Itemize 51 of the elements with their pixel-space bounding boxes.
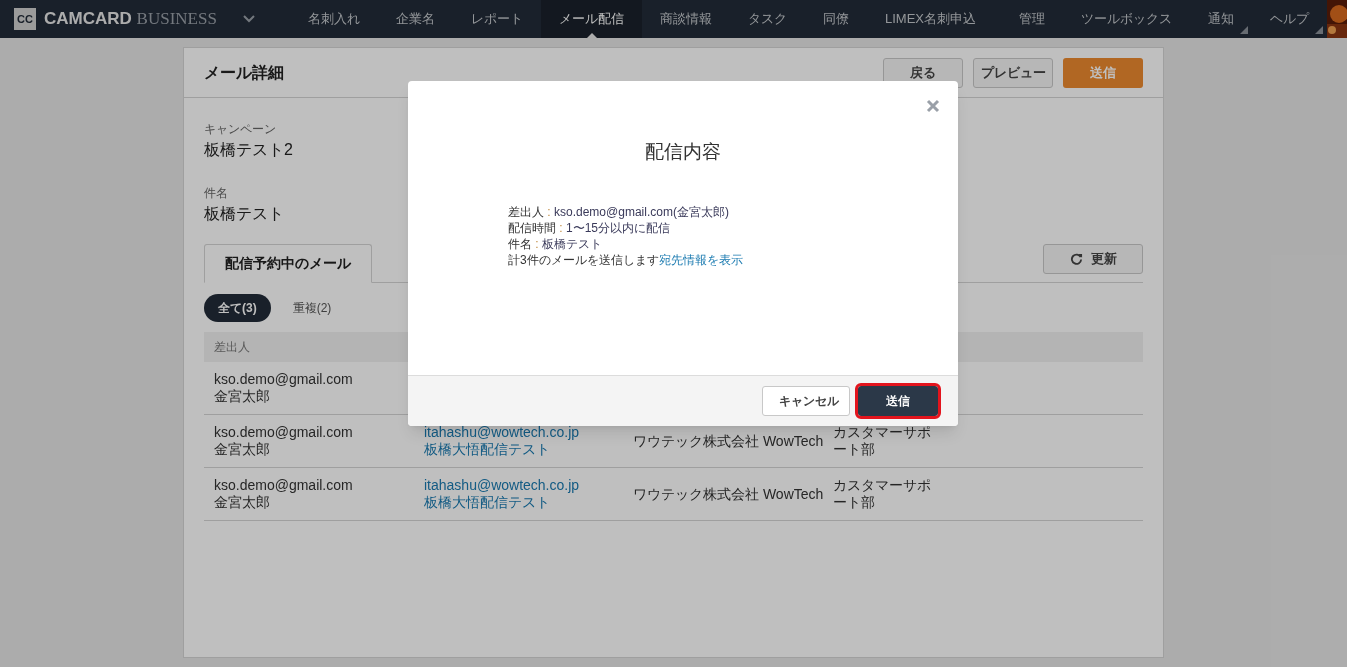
nav-tab[interactable]: レポート xyxy=(453,0,541,38)
field-label: キャンペーン xyxy=(204,121,276,138)
recipient-email[interactable]: itahashu@wowtech.co.jp xyxy=(424,477,633,494)
chevron-down-icon[interactable] xyxy=(242,15,255,23)
field-label: 件名 xyxy=(204,185,228,202)
department-name: カスタマーサポート部 xyxy=(833,424,932,458)
cancel-button[interactable]: キャンセル xyxy=(762,386,850,416)
nav-menu-item[interactable]: 管理 xyxy=(1001,0,1063,38)
nav-tab[interactable]: 名刺入れ xyxy=(290,0,378,38)
info-line: 配信時間 : 1〜15分以内に配信 xyxy=(508,219,672,236)
action-button[interactable]: プレビュー xyxy=(973,57,1053,88)
nav-menu-item[interactable]: ツールボックス xyxy=(1063,0,1190,38)
campaign-link[interactable]: 板橋大悟配信テスト xyxy=(424,441,633,458)
nav-tab[interactable]: 商談情報 xyxy=(642,0,730,38)
field-value: 板橋テスト xyxy=(204,204,284,224)
nav-tab[interactable]: 同僚 xyxy=(805,0,867,38)
nav-menu-item[interactable]: 通知 xyxy=(1190,0,1252,38)
filter-pill[interactable]: 全て(3) xyxy=(204,294,271,322)
refresh-button[interactable]: 更新 xyxy=(1043,244,1143,274)
brand-name: CAMCARD BUSINESS xyxy=(44,8,217,31)
send-button[interactable]: 送信 xyxy=(858,386,938,416)
company-name: ワウテック株式会社 WowTech xyxy=(633,432,824,449)
logo-mark: CC xyxy=(14,8,36,30)
sender-name: 金宮太郎 xyxy=(214,441,271,458)
column-header: 差出人 xyxy=(214,339,251,356)
close-icon xyxy=(926,99,940,113)
refresh-icon xyxy=(1069,252,1083,266)
info-line: 件名 : 板橋テスト xyxy=(508,235,603,252)
sender-email: kso.demo@gmail.com xyxy=(214,424,354,441)
page-title: メール詳細 xyxy=(204,62,284,83)
tab[interactable]: 配信予約中のメール xyxy=(204,244,372,283)
nav-menu-item[interactable]: ヘルプ xyxy=(1252,0,1327,38)
summary-text: 計3件のメールを送信します xyxy=(508,252,659,267)
department-name: カスタマーサポート部 xyxy=(833,477,932,511)
company-name: ワウテック株式会社 WowTech xyxy=(633,485,824,502)
close-button[interactable] xyxy=(925,98,941,114)
recipient-email[interactable]: itahashu@wowtech.co.jp xyxy=(424,424,633,441)
sender-name: 金宮太郎 xyxy=(214,388,271,405)
recipient-info-link[interactable]: 宛先情報を表示 xyxy=(658,252,743,267)
sender-name: 金宮太郎 xyxy=(214,494,271,511)
sender-email: kso.demo@gmail.com xyxy=(214,477,354,494)
nav-tab[interactable]: LIMEX名刺申込 xyxy=(867,0,994,38)
field-value: 板橋テスト2 xyxy=(204,140,293,160)
nav-tab[interactable]: タスク xyxy=(730,0,805,38)
campaign-link[interactable]: 板橋大悟配信テスト xyxy=(424,494,633,511)
filter-pill[interactable]: 重複(2) xyxy=(278,294,346,322)
nav-tab[interactable]: 企業名 xyxy=(378,0,453,38)
dialog-title: 配信内容 xyxy=(644,140,722,164)
nav-tab[interactable]: メール配信 xyxy=(541,0,642,38)
info-line: 差出人 : kso.demo@gmail.com(金宮太郎) xyxy=(508,203,730,220)
sender-email: kso.demo@gmail.com xyxy=(214,371,354,388)
